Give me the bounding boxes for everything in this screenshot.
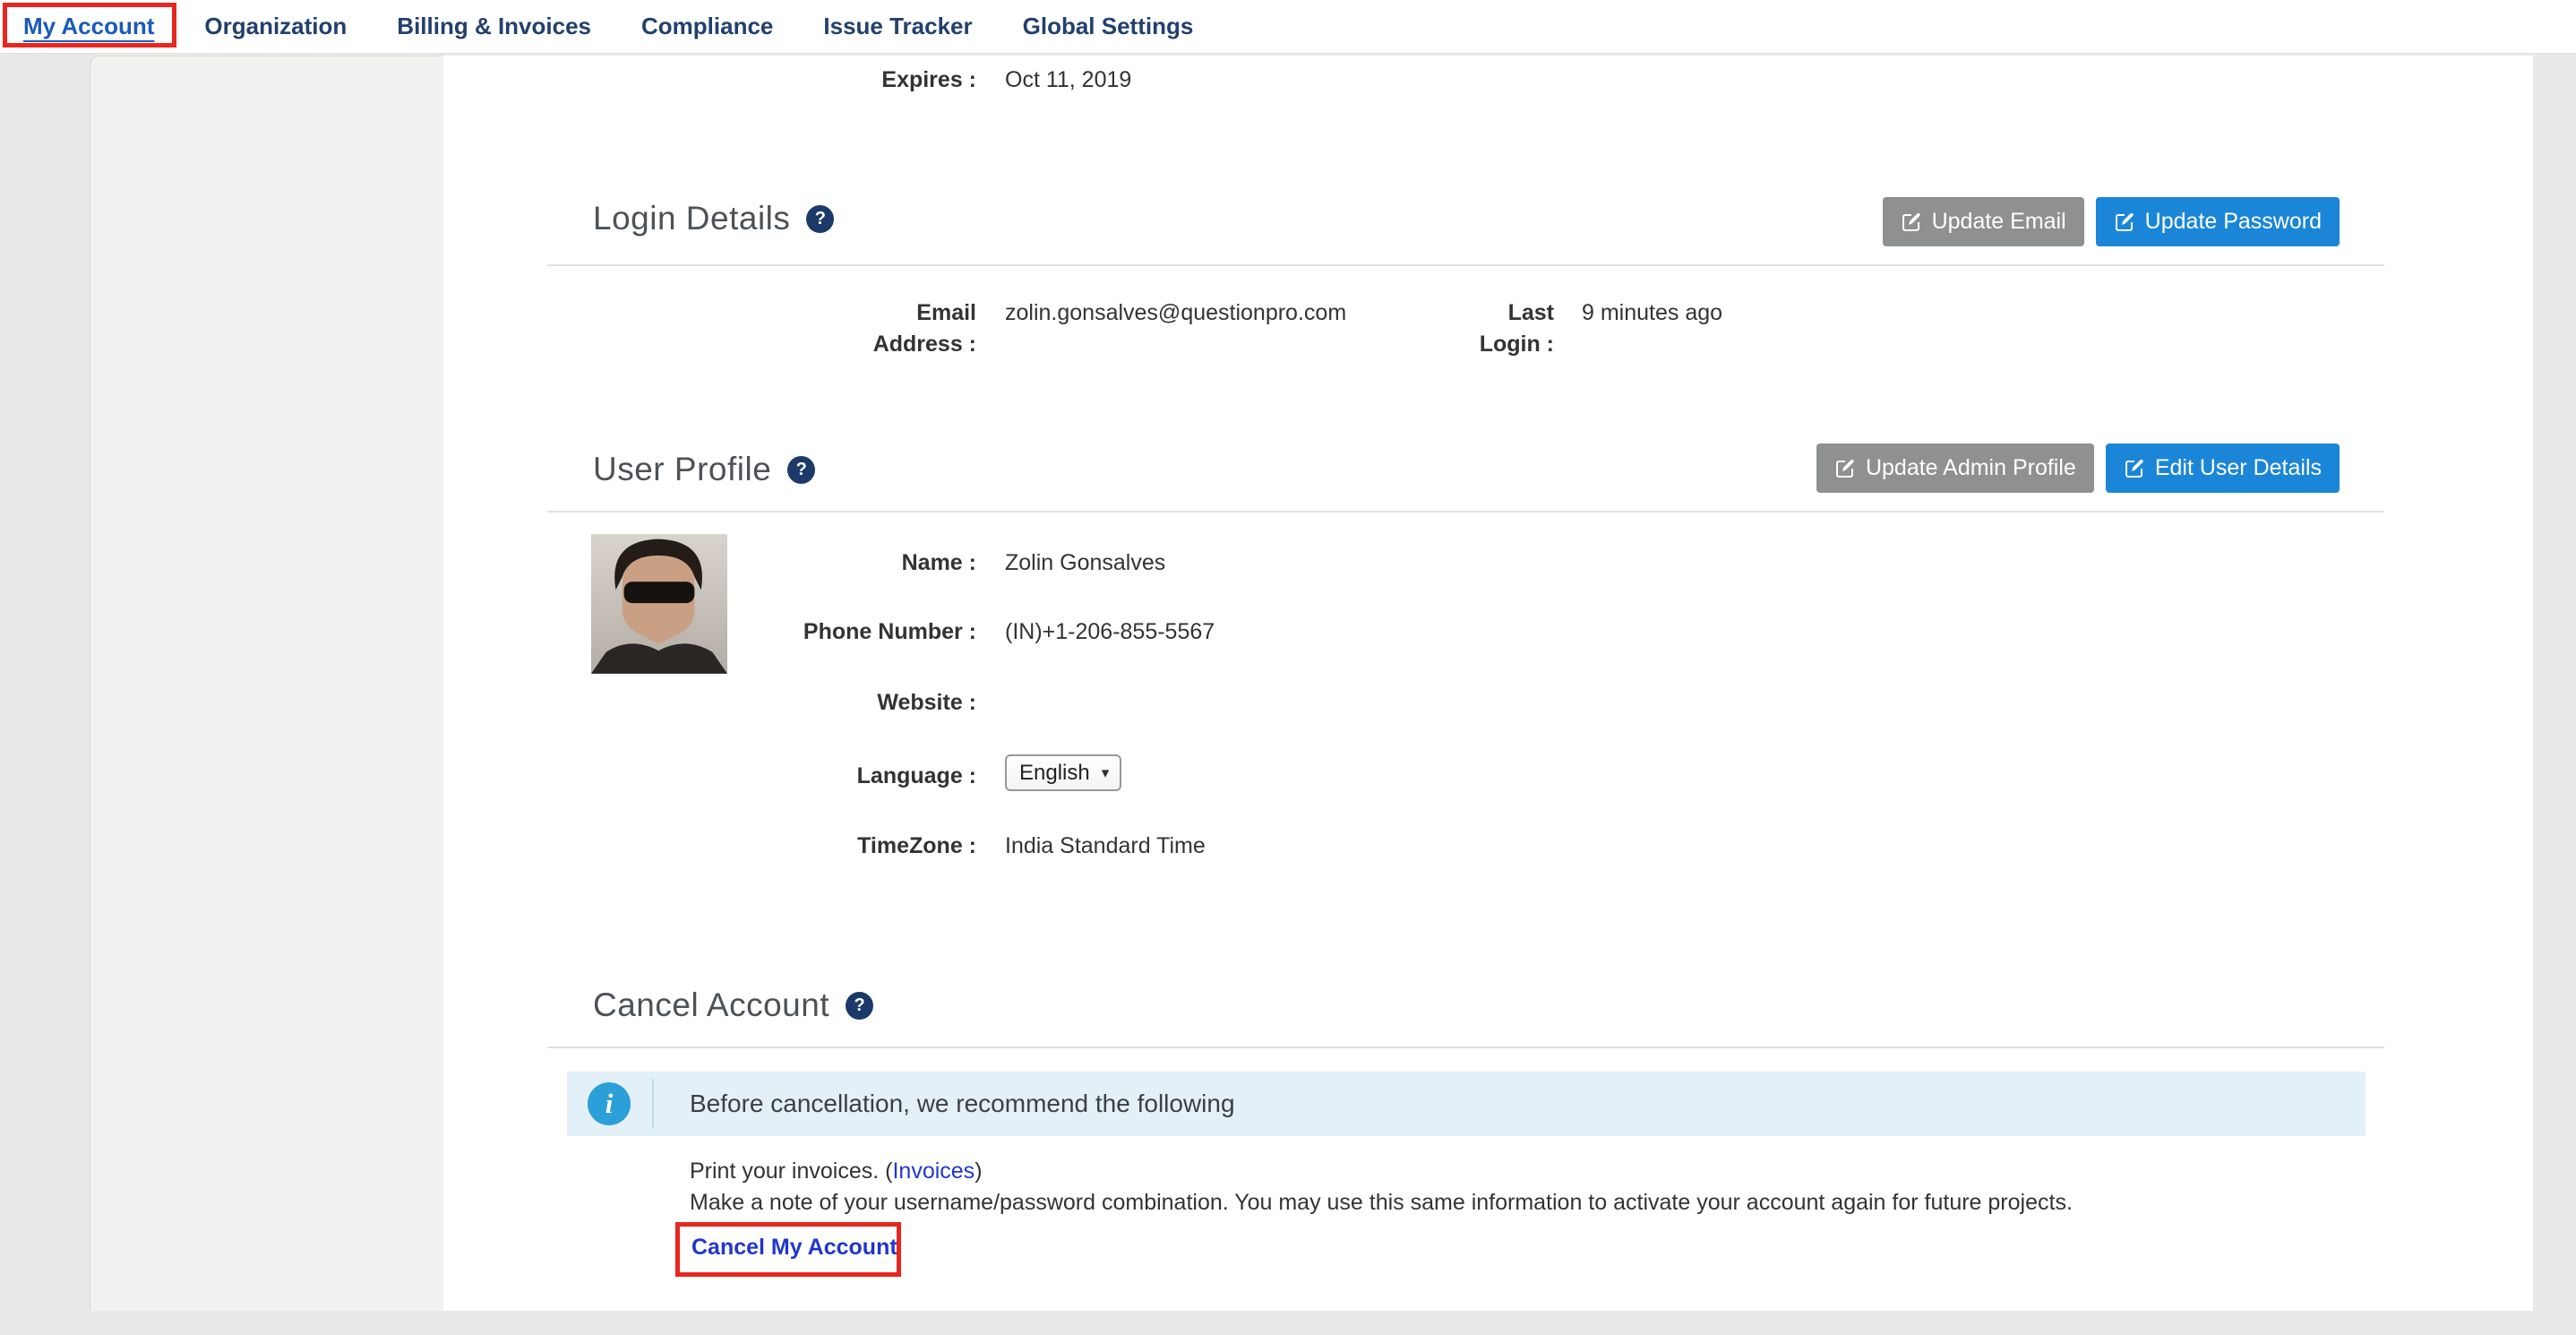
info-banner-text: Before cancellation, we recommend the fo… (690, 1090, 1235, 1118)
divider (547, 511, 2384, 512)
name-label: Name : (443, 547, 976, 579)
timezone-label: TimeZone : (443, 831, 976, 862)
edit-icon (2124, 458, 2145, 479)
language-selected-value: English (1019, 761, 1090, 786)
print-invoices-line: Print your invoices. (Invoices) (690, 1156, 2073, 1187)
cancellation-info-banner: i Before cancellation, we recommend the … (567, 1072, 2366, 1136)
edit-user-details-button[interactable]: Edit User Details (2106, 444, 2340, 493)
sidebar-panel (90, 56, 443, 1311)
update-password-button[interactable]: Update Password (2096, 197, 2340, 246)
account-settings-page: { "nav": { "items": [ { "label": "My Acc… (0, 0, 2576, 1335)
info-icon: i (588, 1082, 631, 1125)
tab-issue-tracker[interactable]: Issue Tracker (823, 13, 972, 40)
info-banner-separator (652, 1079, 654, 1129)
cancellation-notes: Print your invoices. (Invoices) Make a n… (690, 1156, 2073, 1219)
chevron-down-icon: ▾ (1102, 765, 1110, 780)
invoices-link[interactable]: Invoices (892, 1158, 975, 1184)
tab-global-settings[interactable]: Global Settings (1023, 13, 1194, 40)
email-address-value: zolin.gonsalves@questionpro.com (1005, 297, 1346, 329)
cancel-account-title: Cancel Account (593, 986, 829, 1024)
user-profile-heading: User Profile ? (593, 450, 815, 489)
login-details-heading: Login Details ? (593, 199, 834, 238)
last-login-value: 9 minutes ago (1582, 297, 1722, 329)
content-card: Expires : Oct 11, 2019 Login Details ? U… (443, 56, 2533, 1311)
edit-icon (2114, 211, 2135, 233)
edit-icon (1834, 458, 1856, 479)
user-profile-buttons: Update Admin Profile Edit User Details (1816, 444, 2340, 493)
print-invoices-prefix: Print your invoices. ( (690, 1158, 892, 1184)
divider (547, 264, 2384, 266)
update-email-button[interactable]: Update Email (1883, 197, 2084, 246)
divider (547, 1046, 2384, 1048)
edit-icon (1901, 211, 1922, 233)
phone-number-label: Phone Number : (443, 616, 976, 648)
expires-value: Oct 11, 2019 (1005, 65, 1131, 96)
login-details-buttons: Update Email Update Password (1883, 197, 2340, 246)
edit-user-details-label: Edit User Details (2155, 455, 2322, 481)
update-password-label: Update Password (2145, 209, 2322, 235)
update-admin-profile-button[interactable]: Update Admin Profile (1816, 444, 2094, 493)
tab-my-account[interactable]: My Account (23, 13, 154, 40)
print-invoices-suffix: ) (975, 1158, 982, 1184)
update-admin-profile-label: Update Admin Profile (1866, 455, 2076, 481)
language-label: Language : (443, 761, 976, 792)
tab-billing-invoices[interactable]: Billing & Invoices (397, 13, 591, 40)
user-profile-help-icon[interactable]: ? (787, 456, 815, 484)
username-password-note-line: Make a note of your username/password co… (690, 1187, 2073, 1219)
name-value: Zolin Gonsalves (1005, 547, 1165, 579)
last-login-label: Last Login : (1375, 297, 1554, 360)
tab-organization[interactable]: Organization (204, 13, 347, 40)
phone-number-value: (IN)+1-206-855-5567 (1005, 616, 1215, 648)
update-email-label: Update Email (1932, 209, 2066, 235)
timezone-value: India Standard Time (1005, 831, 1206, 862)
cancel-account-heading: Cancel Account ? (593, 986, 873, 1025)
user-profile-title: User Profile (593, 451, 771, 488)
expires-label: Expires : (443, 65, 976, 96)
login-details-help-icon[interactable]: ? (806, 205, 834, 233)
login-details-title: Login Details (593, 200, 790, 237)
top-nav: My Account Organization Billing & Invoic… (0, 0, 2576, 54)
cancel-account-help-icon[interactable]: ? (846, 992, 873, 1020)
tab-compliance[interactable]: Compliance (641, 13, 773, 40)
language-select[interactable]: English ▾ (1005, 754, 1121, 791)
website-label: Website : (443, 687, 976, 719)
email-address-label: Email Address : (443, 297, 976, 360)
cancel-my-account-link[interactable]: Cancel My Account (691, 1235, 897, 1261)
